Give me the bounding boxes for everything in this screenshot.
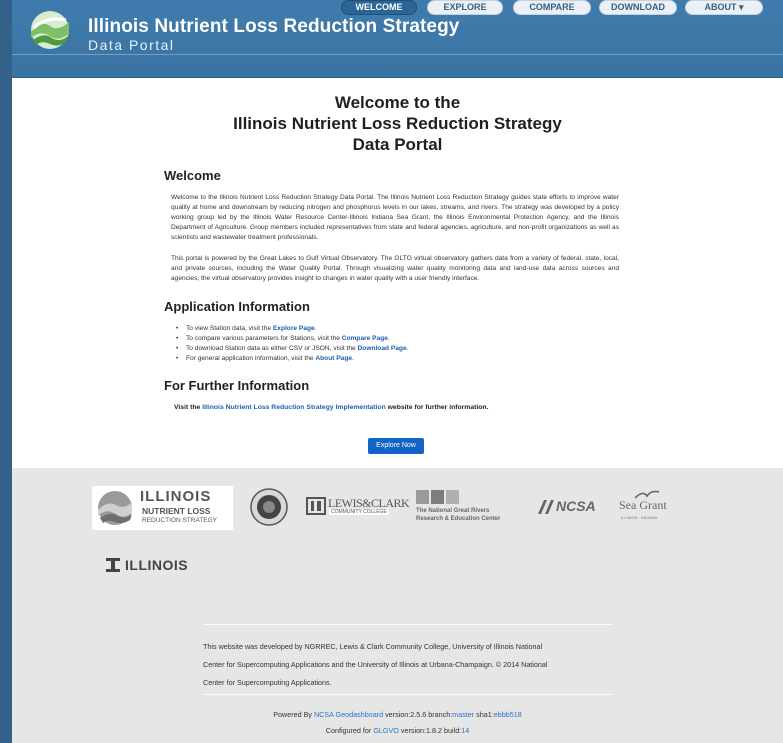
credit-line-2: Center for Supercomputing Applications a… [203,660,548,669]
compare-page-link[interactable]: Compare Page [342,335,388,342]
nav-compare-button[interactable]: COMPARE [513,0,591,15]
credit-line-3: Center for Supercomputing Applications. [203,678,332,687]
seagrant-text: Sea Grant [619,498,667,512]
ncsa-logo[interactable]: NCSA [538,498,608,516]
list-item-text: To compare various parameters for Statio… [186,335,342,342]
page-heading-line2: Illinois Nutrient Loss Reduction Strateg… [233,114,562,133]
powered-version: version:2.5.6 branch: [383,710,453,719]
list-item: To download Station data as either CSV o… [176,344,408,354]
seagrant-sub: ILLINOIS · INDIANA [621,515,658,520]
uiuc-logo[interactable]: ILLINOIS [106,556,216,576]
block-i-icon [106,558,120,572]
glgvo-link[interactable]: GLGVO [373,726,399,735]
ngrrec-line2: Research & Education Center [416,516,501,522]
powered-by-line: Powered By NCSA Geodashboard version:2.5… [12,710,783,719]
uiuc-text: ILLINOIS [125,557,189,573]
nav-about-dropdown[interactable]: ABOUT ▾ [685,0,763,15]
further-prefix: Visit the [174,404,203,411]
list-item-text: For general application information, vis… [186,355,316,362]
browser-frame: Illinois Nutrient Loss Reduction Strateg… [0,0,783,743]
list-item-text: To view Station data, visit the [186,325,273,332]
landscape-logo-icon[interactable] [28,10,72,50]
welcome-section-title: Welcome [164,168,221,183]
left-edge [0,0,12,743]
welcome-paragraph-2: This portal is powered by the Great Lake… [171,255,619,282]
ngrrec-mark-icon [416,490,459,504]
page-heading-line3: Data Portal [352,135,443,154]
ngrrec-logo[interactable]: The National Great Rivers Research & Edu… [416,488,531,524]
footer-divider-bottom [203,694,613,695]
ncsa-mark-icon [538,500,554,514]
powered-sha-label: sha1: [474,710,494,719]
list-item: For general application information, vis… [176,354,408,364]
list-item-end: . [387,335,390,342]
header-divider [12,54,783,55]
lewis-clark-logo[interactable]: LEWIS&CLARK COMMUNITY COLLEGE [306,496,410,518]
seagrant-logo[interactable]: Sea Grant ILLINOIS · INDIANA [619,490,675,524]
footer: ILLINOIS NUTRIENT LOSS REDUCTION STRATEG… [12,468,783,743]
further-info-text: Visit the Illinois Nutrient Loss Reducti… [174,404,488,411]
list-item-end: . [352,355,354,362]
nlrs-logo-nutrient: NUTRIENT LOSS [142,506,211,516]
list-item-end: . [314,325,317,332]
configured-for-line: Configured for GLGVO version:1.8.2 build… [12,726,783,735]
site-subtitle: Data Portal [88,37,175,53]
credit-line-1: This website was developed by NGRREC, Le… [203,642,543,651]
lewis-clark-mark-icon [306,497,326,515]
configured-version: version:1.8.2 build: [398,726,462,735]
nav-download-button[interactable]: DOWNLOAD [599,0,677,15]
about-page-link[interactable]: About Page [315,355,352,362]
list-item: To view Station data, visit the Explore … [176,324,408,334]
configured-prefix: Configured for [325,726,374,735]
list-item-text: To download Station data as either CSV o… [186,345,358,352]
explore-page-link[interactable]: Explore Page [273,325,315,332]
state-seal-icon[interactable] [250,488,288,526]
powered-prefix: Powered By [273,710,314,719]
nlrs-logo-illinois: ILLINOIS [140,488,212,505]
explore-now-button[interactable]: Explore Now [368,438,424,454]
page-heading-line1: Welcome to the [334,93,461,112]
site-title[interactable]: Illinois Nutrient Loss Reduction Strateg… [88,16,459,38]
welcome-paragraph-1: Welcome to the Illinois Nutrient Loss Re… [171,194,619,241]
header-bar: Illinois Nutrient Loss Reduction Strateg… [12,0,783,78]
nlrs-logo-reduction: REDUCTION STRATEGY [142,517,217,524]
nav-welcome-button[interactable]: WELCOME [341,0,417,15]
implementation-link[interactable]: Illinois Nutrient Loss Reduction Strateg… [202,404,386,411]
app-info-list: To view Station data, visit the Explore … [176,324,408,364]
ngrrec-line1: The National Great Rivers [416,508,490,514]
main-content: Welcome to the Illinois Nutrient Loss Re… [12,78,783,468]
list-item-end: . [406,345,409,352]
further-suffix: website for further information. [385,404,489,411]
lewis-clark-sub: COMMUNITY COLLEGE [329,509,389,515]
further-info-section-title: For Further Information [164,378,310,393]
sha-link[interactable]: ebbb518 [494,710,522,719]
nlrs-landscape-icon [98,491,132,525]
branch-link[interactable]: master [452,710,474,719]
app-info-section-title: Application Information [164,299,310,314]
build-link[interactable]: 14 [461,726,469,735]
credits-text: This website was developed by NGRREC, Le… [203,638,613,692]
footer-divider-top [203,624,613,625]
list-item: To compare various parameters for Statio… [176,334,408,344]
nlrs-logo[interactable]: ILLINOIS NUTRIENT LOSS REDUCTION STRATEG… [92,486,233,530]
nav-explore-button[interactable]: EXPLORE [427,0,503,15]
download-page-link[interactable]: Download Page [358,345,407,352]
ncsa-text: NCSA [556,498,596,514]
geodashboard-link[interactable]: NCSA Geodashboard [314,710,383,719]
